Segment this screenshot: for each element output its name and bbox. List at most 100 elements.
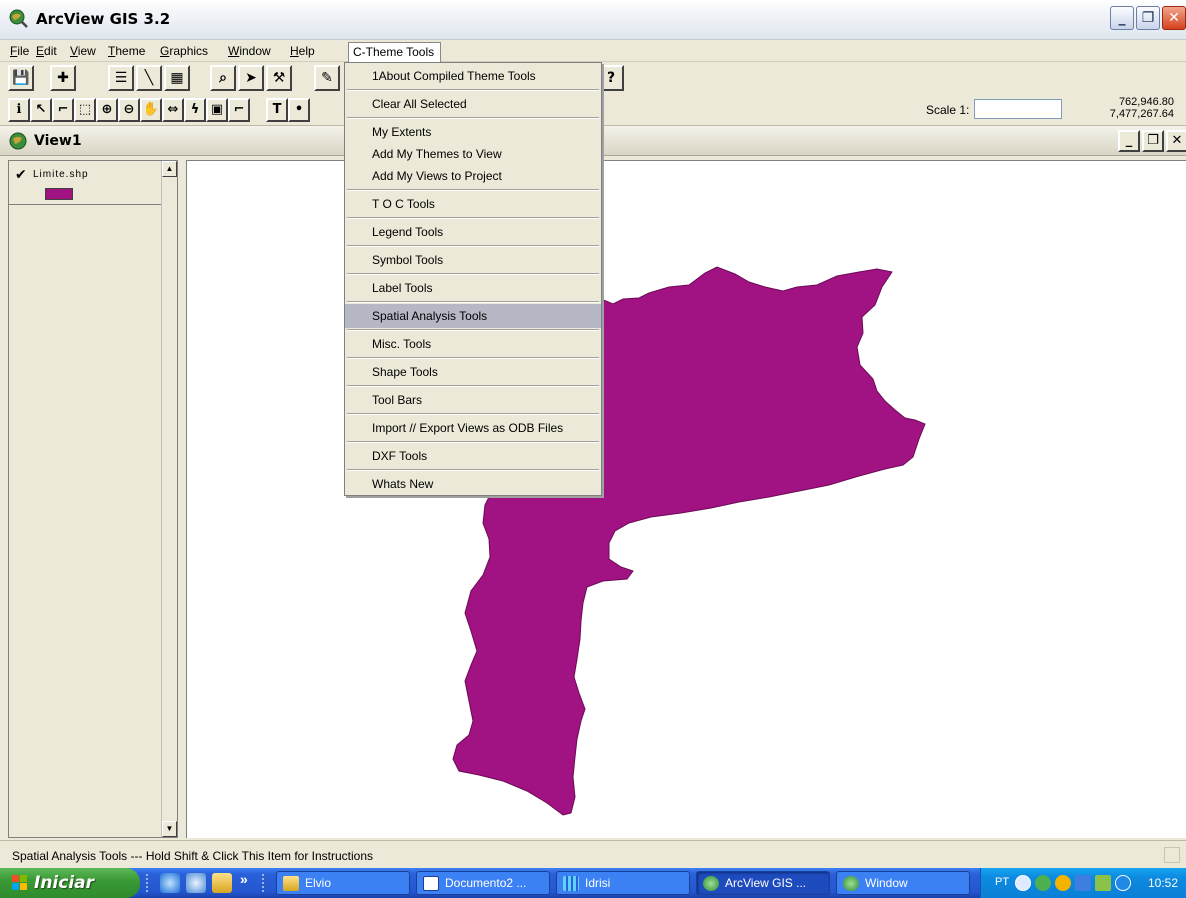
scroll-up-arrow[interactable]: ▲: [162, 161, 177, 177]
view-globe-icon: [9, 132, 27, 150]
menu-item-add-my-views-to-project[interactable]: Add My Views to Project: [345, 169, 601, 189]
draw-point-tool[interactable]: •: [288, 98, 310, 122]
edit-shape-button[interactable]: ✎: [314, 65, 340, 91]
zoom-out-tool[interactable]: ⊖: [118, 98, 140, 122]
map-svg: [452, 266, 926, 816]
menu-separator: [347, 245, 599, 247]
measure-tool[interactable]: ⇔: [162, 98, 184, 122]
quicklaunch-chevron[interactable]: »: [240, 871, 248, 887]
scale-input[interactable]: [974, 99, 1062, 119]
menu-separator: [347, 469, 599, 471]
pan-tool[interactable]: ✋: [140, 98, 162, 122]
menu-graphics[interactable]: Graphics: [160, 44, 208, 58]
scroll-down-arrow[interactable]: ▼: [162, 821, 177, 837]
edit-legend-button[interactable]: ╲: [136, 65, 162, 91]
menu-view[interactable]: View: [70, 44, 96, 58]
pointer-tool[interactable]: ↖: [30, 98, 52, 122]
area-of-interest-tool[interactable]: ▣: [206, 98, 228, 122]
language-indicator[interactable]: PT: [995, 876, 1009, 888]
network-status-icon[interactable]: [1095, 875, 1111, 891]
system-tray: PT 10:52: [980, 868, 1186, 898]
layer-name: Limite.shp: [33, 169, 89, 180]
save-project-button[interactable]: 💾: [8, 65, 34, 91]
locate-address-button[interactable]: ➤: [238, 65, 264, 91]
text-tool[interactable]: T: [266, 98, 288, 122]
menu-item-label-tools[interactable]: Label Tools: [345, 281, 601, 301]
menu-separator: [347, 329, 599, 331]
menu-help[interactable]: Help: [290, 44, 315, 58]
menu-separator: [347, 441, 599, 443]
internet-explorer-icon[interactable]: [160, 873, 180, 893]
menu-c-theme-tools[interactable]: C-Theme Tools: [348, 42, 442, 62]
menu-item-symbol-tools[interactable]: Symbol Tools: [345, 253, 601, 273]
layer-visibility-checkbox[interactable]: ✔: [15, 166, 27, 183]
add-theme-button[interactable]: ✚: [50, 65, 76, 91]
system-clock: 10:52: [1147, 876, 1178, 890]
menu-item-clear-all-selected[interactable]: Clear All Selected: [345, 97, 601, 117]
security-shield-icon[interactable]: [1055, 875, 1071, 891]
menu-item-my-extents[interactable]: My Extents: [345, 125, 601, 145]
app-minimize-button[interactable]: _: [1110, 6, 1134, 30]
theme-properties-button[interactable]: ☰: [108, 65, 134, 91]
menu-separator: [347, 273, 599, 275]
menu-item-import-export-views[interactable]: Import // Export Views as ODB Files: [345, 421, 601, 441]
menu-item-tool-bars[interactable]: Tool Bars: [345, 393, 601, 413]
toc-scrollbar[interactable]: ▲ ▼: [161, 161, 177, 837]
task-button-documento2[interactable]: Documento2 ...: [416, 871, 550, 895]
menu-theme[interactable]: Theme: [108, 44, 145, 58]
menu-item-spatial-analysis-tools[interactable]: Spatial Analysis Tools: [345, 304, 601, 328]
select-feature-tool[interactable]: ⬚: [74, 98, 96, 122]
menu-item-toc-tools[interactable]: T O C Tools: [345, 197, 601, 217]
view-close-button[interactable]: ✕: [1166, 130, 1186, 152]
find-button[interactable]: ⌕: [210, 65, 236, 91]
menu-item-whats-new[interactable]: Whats New: [345, 477, 601, 495]
app-title-bar: ArcView GIS 3.2 _ ❐ ✕: [0, 0, 1186, 40]
menu-item-about-compiled-theme-tools[interactable]: 1About Compiled Theme Tools: [345, 69, 601, 89]
zoom-in-tool[interactable]: ⊕: [96, 98, 118, 122]
task-button-window[interactable]: Window: [836, 871, 970, 895]
tray-app-icon[interactable]: [1035, 875, 1051, 891]
view-restore-button[interactable]: ❐: [1142, 130, 1164, 152]
taskbar-grip: [262, 874, 266, 892]
label-tool[interactable]: ⌐: [228, 98, 250, 122]
resize-grip[interactable]: [1164, 847, 1180, 863]
tray-expand-icon[interactable]: [1015, 875, 1031, 891]
app-close-button[interactable]: ✕: [1162, 6, 1186, 30]
task-button-idrisi[interactable]: Idrisi: [556, 871, 690, 895]
menu-item-legend-tools[interactable]: Legend Tools: [345, 225, 601, 245]
menu-separator: [347, 301, 599, 303]
toc-layer-entry[interactable]: ✔ Limite.shp: [9, 161, 163, 205]
update-icon[interactable]: [1115, 875, 1131, 891]
menu-window[interactable]: Window: [228, 44, 271, 58]
menu-separator: [347, 413, 599, 415]
task-button-elvio[interactable]: Elvio: [276, 871, 410, 895]
menu-edit[interactable]: Edit: [36, 44, 57, 58]
network-icon[interactable]: [1075, 875, 1091, 891]
start-button[interactable]: Iniciar: [0, 868, 140, 898]
folder-icon: [283, 876, 299, 891]
menu-item-misc-tools[interactable]: Misc. Tools: [345, 337, 601, 357]
arcview-icon: [843, 876, 859, 891]
table-of-contents: ✔ Limite.shp ▲ ▼: [8, 160, 178, 838]
open-table-button[interactable]: ▦: [164, 65, 190, 91]
task-button-arcview[interactable]: ArcView GIS ...: [696, 871, 830, 895]
menu-item-add-my-themes-to-view[interactable]: Add My Themes to View: [345, 147, 601, 167]
menu-item-shape-tools[interactable]: Shape Tools: [345, 365, 601, 385]
map-canvas[interactable]: [186, 160, 1186, 838]
identify-tool[interactable]: ℹ: [8, 98, 30, 122]
folder-quicklaunch-icon[interactable]: [212, 873, 232, 893]
menu-file[interactable]: File: [10, 44, 29, 58]
toc-splitter[interactable]: [178, 160, 186, 838]
layer-legend-swatch[interactable]: [45, 188, 73, 200]
menu-item-dxf-tools[interactable]: DXF Tools: [345, 449, 601, 469]
menu-separator: [347, 117, 599, 119]
windows-flag-icon: [12, 875, 27, 890]
hotlink-tool[interactable]: ϟ: [184, 98, 206, 122]
query-builder-button[interactable]: ⚒: [266, 65, 292, 91]
menu-separator: [347, 357, 599, 359]
scale-label: Scale 1:: [926, 103, 970, 117]
outlook-express-icon[interactable]: [186, 873, 206, 893]
vertex-edit-tool[interactable]: ⌐: [52, 98, 74, 122]
view-minimize-button[interactable]: _: [1118, 130, 1140, 152]
app-restore-button[interactable]: ❐: [1136, 6, 1160, 30]
